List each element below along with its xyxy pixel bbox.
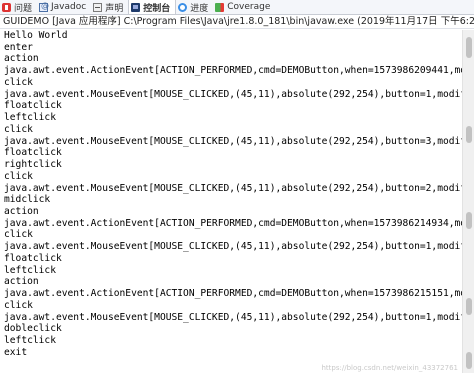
scrollbar-thumb[interactable]: [466, 298, 472, 315]
tab-3[interactable]: 控制台: [128, 0, 177, 14]
console-line: floatclick: [4, 147, 62, 159]
tab-label: Javadoc: [51, 2, 87, 12]
console-line: leftclick: [4, 264, 56, 276]
console-line: java.awt.event.MouseEvent[MOUSE_CLICKED,…: [4, 135, 462, 147]
tab-label: Coverage: [227, 2, 271, 12]
scrollbar-thumb[interactable]: [466, 352, 472, 369]
console-line: exit: [4, 346, 28, 358]
scrollbar-thumb[interactable]: [466, 37, 472, 58]
console-line: action: [4, 206, 39, 218]
watermark-text: https://blog.csdn.net/weixin_43372761: [321, 364, 458, 372]
tab-label: 声明: [105, 3, 124, 14]
console-line: Hello World: [4, 30, 68, 41]
console-line: click: [4, 299, 33, 311]
problems-icon: [2, 2, 11, 12]
console-launch-info: GUIDEMO [Java 应用程序] C:\Program Files\Jav…: [0, 15, 474, 29]
console-line: click: [4, 170, 33, 182]
tab-label: 进度: [190, 3, 209, 14]
console-line: java.awt.event.ActionEvent[ACTION_PERFOR…: [4, 217, 462, 229]
console-line: java.awt.event.ActionEvent[ACTION_PERFOR…: [4, 288, 462, 300]
tab-0[interactable]: 问题: [0, 0, 37, 14]
console-line: click: [4, 76, 33, 88]
console-line: click: [4, 123, 33, 135]
console-line: action: [4, 53, 39, 65]
console-line: dobleclick: [4, 323, 62, 335]
tab-5[interactable]: Coverage: [213, 0, 275, 14]
coverage-icon: [215, 2, 225, 12]
scrollbar-thumb[interactable]: [466, 212, 472, 229]
console-line: java.awt.event.MouseEvent[MOUSE_CLICKED,…: [4, 311, 462, 323]
console-line: java.awt.event.ActionEvent[ACTION_PERFOR…: [4, 65, 462, 77]
vertical-scrollbar[interactable]: [462, 30, 474, 373]
console-line: floatclick: [4, 252, 62, 264]
console-line: rightclick: [4, 159, 62, 171]
console-line: java.awt.event.MouseEvent[MOUSE_CLICKED,…: [4, 241, 462, 253]
console-line: java.awt.event.MouseEvent[MOUSE_CLICKED,…: [4, 182, 462, 194]
tab-label: 控制台: [143, 4, 171, 14]
console-line: click: [4, 229, 33, 241]
scrollbar-thumb[interactable]: [466, 126, 472, 143]
view-tab-bar: 问题 Javadoc 声明 控制台 进度 Coverage: [0, 0, 474, 15]
console-icon: [131, 3, 141, 12]
tab-2[interactable]: 声明: [91, 0, 128, 14]
console-line: action: [4, 276, 39, 288]
console-line: leftclick: [4, 335, 56, 347]
console-line: leftclick: [4, 112, 56, 124]
tab-4[interactable]: 进度: [176, 0, 213, 14]
tab-label: 问题: [14, 3, 33, 14]
console-line: java.awt.event.MouseEvent[MOUSE_CLICKED,…: [4, 88, 462, 100]
progress-icon: [178, 2, 188, 12]
console-line: midclick: [4, 194, 51, 206]
console-line: floatclick: [4, 100, 62, 112]
console-line: enter: [4, 41, 33, 53]
console-output[interactable]: Hello World enter action java.awt.event.Act…: [0, 30, 462, 373]
declaration-icon: [93, 2, 103, 12]
tab-1[interactable]: Javadoc: [37, 0, 91, 14]
javadoc-icon: [39, 1, 49, 12]
